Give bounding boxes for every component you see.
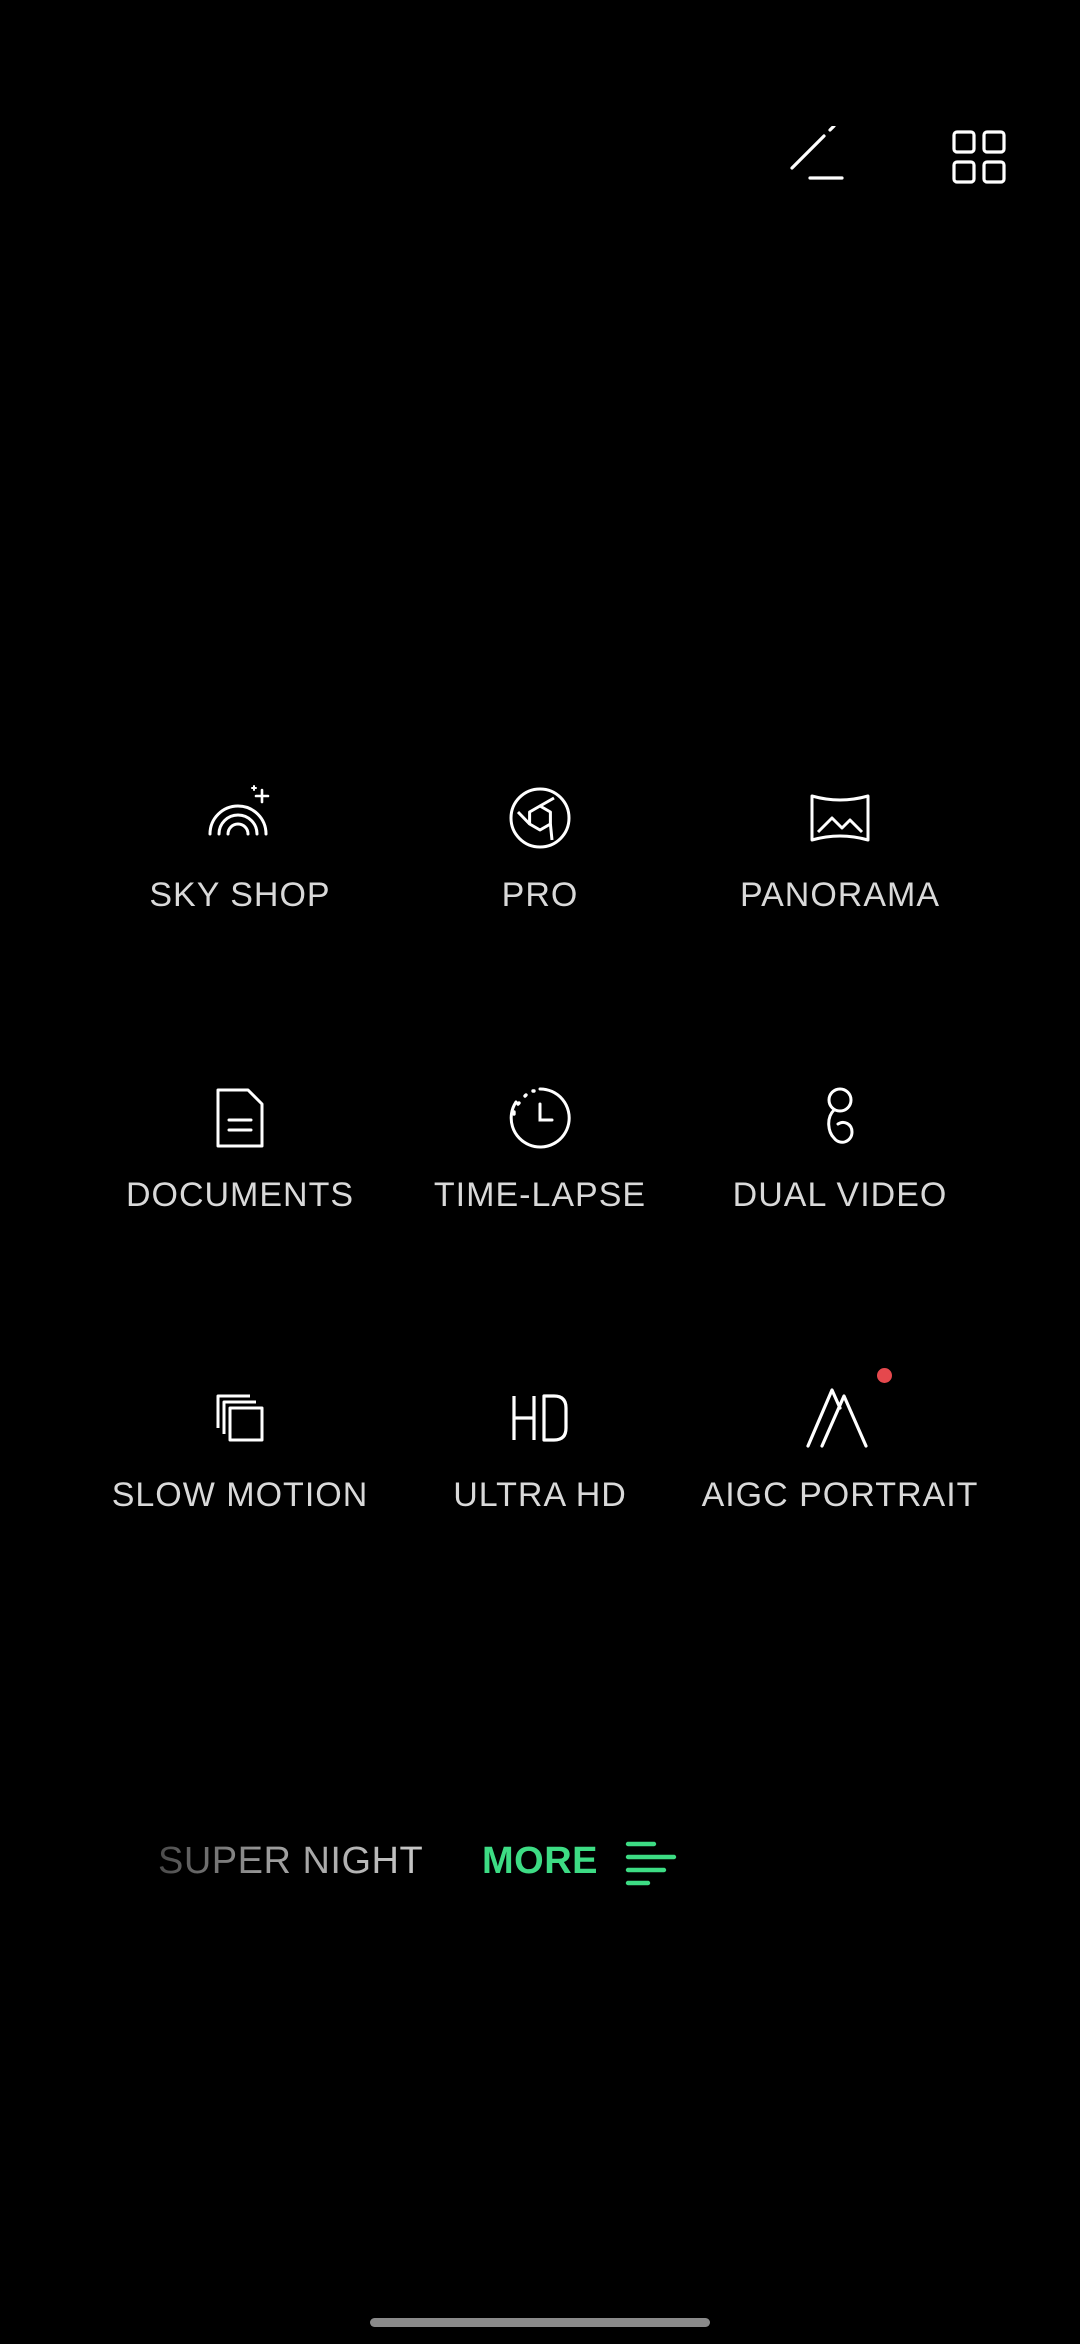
new-badge-dot <box>877 1368 892 1383</box>
mode-documents[interactable]: DOCUMENTS <box>90 1060 390 1360</box>
mode-aigc-portrait[interactable]: AIGC PORTRAIT <box>690 1360 990 1660</box>
mode-label: TIME-LAPSE <box>433 1176 647 1214</box>
aperture-icon <box>509 787 571 849</box>
mode-label: PANORAMA <box>739 876 941 914</box>
mode-switcher: SUPER NIGHT MORE <box>0 1820 1080 1900</box>
mode-label: DUAL VIDEO <box>732 1176 948 1214</box>
edit-button[interactable] <box>772 112 862 202</box>
panorama-icon <box>810 794 870 842</box>
mode-label: SKY SHOP <box>149 876 331 914</box>
camera-modes-grid: SKY SHOP PRO PANORAMA DOCUMENTS TIME-LAP… <box>90 760 990 1660</box>
aigc-portrait-icon <box>806 1388 868 1448</box>
document-icon <box>216 1088 264 1148</box>
mode-tab-super-night[interactable]: SUPER NIGHT <box>158 1840 423 1883</box>
mode-label: PRO <box>501 876 579 914</box>
edit-pencil-icon <box>790 126 844 180</box>
mode-slow-motion[interactable]: SLOW MOTION <box>90 1360 390 1660</box>
mode-label: SLOW MOTION <box>111 1476 369 1514</box>
grid-view-button[interactable] <box>934 112 1024 202</box>
rainbow-sparkle-icon <box>208 785 270 836</box>
more-menu-icon[interactable] <box>624 1838 678 1888</box>
mode-time-lapse[interactable]: TIME-LAPSE <box>390 1060 690 1360</box>
mode-pro[interactable]: PRO <box>390 760 690 1060</box>
mode-tab-more[interactable]: MORE <box>482 1840 598 1883</box>
home-indicator[interactable] <box>370 2318 710 2327</box>
timer-icon <box>509 1087 571 1149</box>
mode-dual-video[interactable]: DUAL VIDEO <box>690 1060 990 1360</box>
mode-panorama[interactable]: PANORAMA <box>690 760 990 1060</box>
hd-icon <box>512 1394 568 1442</box>
mode-label: AIGC PORTRAIT <box>701 1476 979 1514</box>
grid-view-icon <box>952 130 1006 184</box>
stacked-frames-icon <box>216 1394 264 1442</box>
mode-ultra-hd[interactable]: ULTRA HD <box>390 1360 690 1660</box>
mode-label: DOCUMENTS <box>125 1176 355 1214</box>
mode-label: ULTRA HD <box>453 1476 627 1514</box>
mode-sky-shop[interactable]: SKY SHOP <box>90 760 390 1060</box>
dual-video-icon <box>827 1087 854 1144</box>
